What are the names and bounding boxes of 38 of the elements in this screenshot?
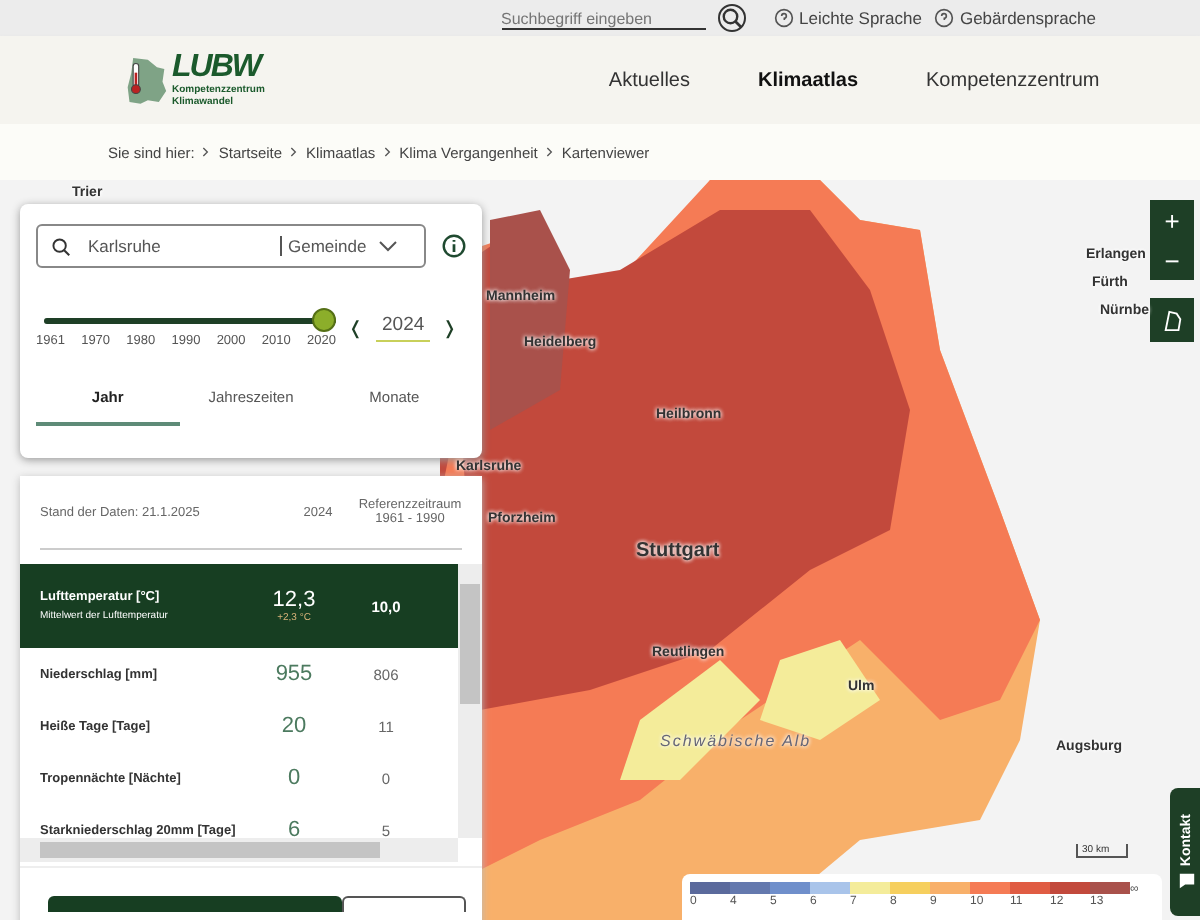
chevron-down-icon — [378, 240, 399, 252]
top-link[interactable]: Gebärdensprache — [959, 8, 1096, 28]
logo-wordmark: LUBW — [172, 52, 265, 84]
indicator-value: 0 — [287, 766, 301, 790]
indicator-value: 12,3 — [272, 588, 316, 612]
year-slider[interactable] — [44, 308, 336, 332]
state-outline-button[interactable] — [1150, 298, 1194, 342]
indicator-value: 955 — [275, 662, 313, 686]
help-circle-icon — [773, 8, 794, 28]
vertical-scrollbar[interactable] — [458, 564, 482, 838]
search-icon — [719, 6, 744, 30]
search-icon — [50, 235, 72, 257]
info-icon[interactable] — [442, 234, 466, 258]
previous-year-button[interactable]: ❬ — [348, 318, 364, 338]
state-thermometer-icon — [124, 52, 168, 108]
horizontal-scrollbar[interactable] — [20, 838, 458, 862]
nav-link[interactable]: Kompetenzzentrum — [926, 69, 1100, 91]
nav-link[interactable]: Aktuelles — [608, 69, 690, 91]
secondary-button[interactable] — [342, 896, 466, 912]
top-link[interactable]: Leichte Sprache — [799, 8, 922, 28]
year-field[interactable]: 2024 — [376, 314, 431, 342]
next-year-button[interactable]: ❭ — [442, 318, 459, 338]
chevron-icon — [290, 146, 299, 158]
indicator-value: 20 — [281, 714, 307, 738]
location-search-field[interactable]: Karlsruhe Gemeinde — [36, 224, 426, 268]
scope-dropdown[interactable]: Gemeinde — [280, 236, 399, 256]
help-circle-icon — [933, 8, 954, 28]
chat-icon — [1177, 872, 1195, 891]
state-outline-icon — [1161, 309, 1183, 331]
search-field[interactable]: Suchbegriff eingeben — [501, 7, 706, 29]
map-place-label: Schwäbische Alb — [660, 732, 812, 750]
chevron-icon — [383, 146, 392, 158]
map-place-label: Stuttgart — [636, 540, 720, 562]
chevron-icon — [545, 146, 554, 158]
search-button[interactable] — [717, 4, 746, 32]
chevron-icon — [202, 146, 211, 158]
nav-link[interactable]: Klimaatlas — [757, 69, 859, 91]
indicator-value: 6 — [287, 818, 301, 838]
